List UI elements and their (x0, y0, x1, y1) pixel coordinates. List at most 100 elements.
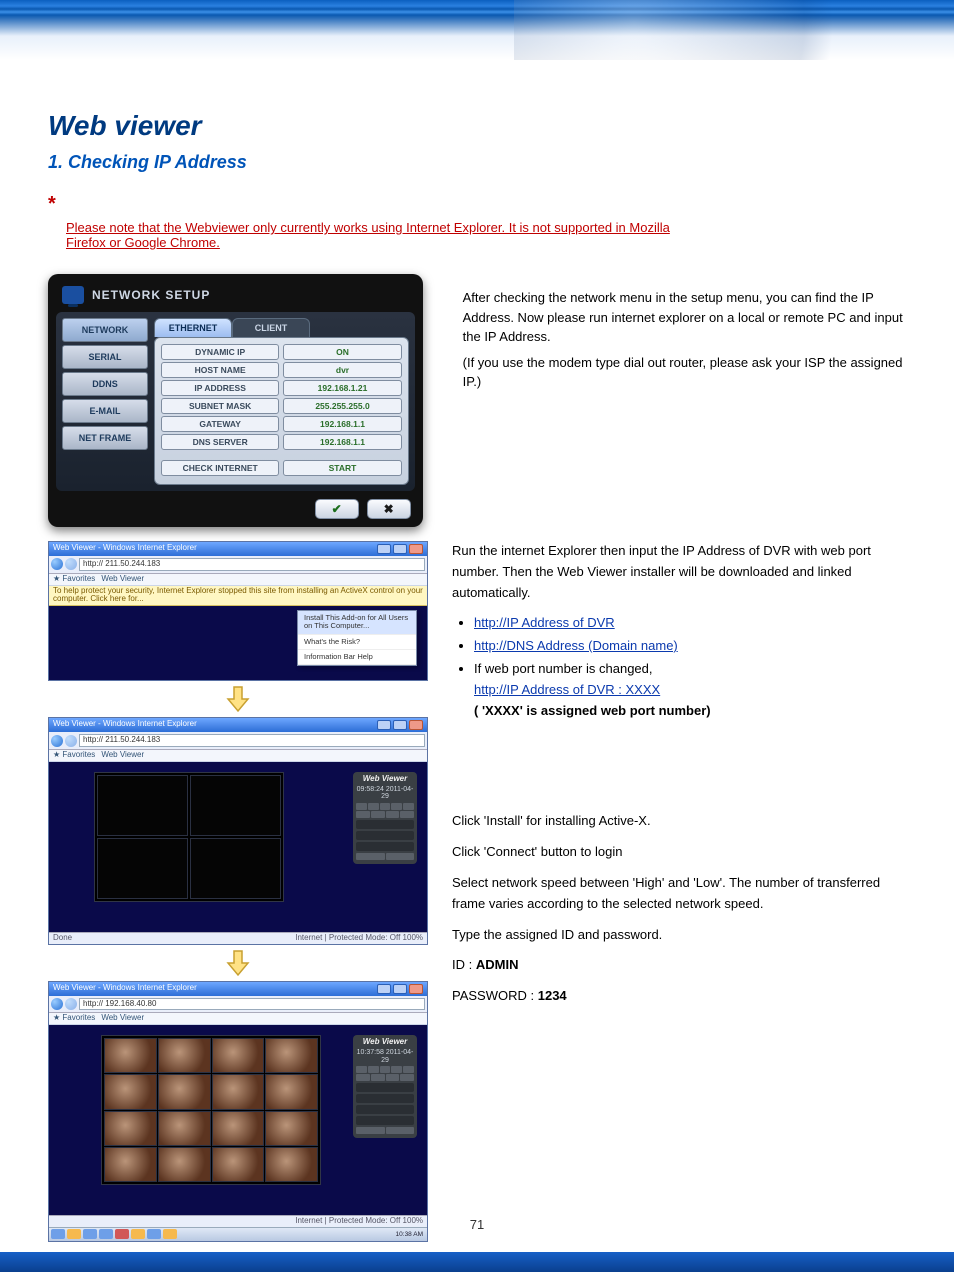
maximize-icon[interactable] (393, 984, 407, 994)
layout-button[interactable] (391, 1066, 402, 1073)
video-cell[interactable] (158, 1111, 211, 1146)
layout-button[interactable] (391, 803, 402, 810)
favorites-label[interactable]: ★ Favorites (53, 575, 95, 584)
slider[interactable] (356, 1105, 414, 1114)
information-bar[interactable]: To help protect your security, Internet … (49, 586, 427, 607)
compat-note: * Please note that the Webviewer only cu… (48, 193, 906, 250)
minimize-icon[interactable] (377, 984, 391, 994)
monitor-icon (62, 286, 84, 304)
layout-button[interactable] (380, 803, 391, 810)
value-gateway[interactable]: 192.168.1.1 (283, 416, 401, 432)
value-ip-address[interactable]: 192.168.1.21 (283, 380, 401, 396)
minimize-icon[interactable] (377, 720, 391, 730)
ie-activex-window: Web Viewer - Windows Internet Explorer h… (48, 541, 428, 681)
video-cell[interactable] (104, 1111, 157, 1146)
forward-icon[interactable] (65, 735, 77, 747)
disconnect-button[interactable] (386, 853, 415, 860)
favorites-label[interactable]: ★ Favorites (53, 751, 95, 760)
control-button[interactable] (386, 811, 400, 818)
back-icon[interactable] (51, 558, 63, 570)
para-connect: Click 'Connect' button to login (452, 842, 906, 863)
login-field[interactable] (356, 1116, 414, 1125)
layout-button[interactable] (356, 1066, 367, 1073)
favorites-label[interactable]: ★ Favorites (53, 1014, 95, 1023)
layout-button[interactable] (368, 1066, 379, 1073)
video-cell[interactable] (158, 1038, 211, 1073)
connect-button[interactable] (356, 1127, 385, 1134)
para-credentials: Type the assigned ID and password. (452, 925, 906, 946)
video-cell[interactable] (265, 1111, 318, 1146)
control-button[interactable] (371, 811, 385, 818)
video-cell[interactable] (97, 775, 188, 836)
control-button[interactable] (400, 1074, 414, 1081)
video-cell[interactable] (104, 1147, 157, 1182)
maximize-icon[interactable] (393, 720, 407, 730)
forward-icon[interactable] (65, 998, 77, 1010)
back-icon[interactable] (51, 735, 63, 747)
ctx-install[interactable]: Install This Add-on for All Users on Thi… (298, 611, 416, 635)
address-bar[interactable]: http:// 211.50.244.183 (79, 558, 425, 571)
video-cell[interactable] (212, 1147, 265, 1182)
layout-button[interactable] (356, 803, 367, 810)
button-start-check[interactable]: START (283, 460, 401, 476)
ctx-risk[interactable]: What's the Risk? (298, 635, 416, 650)
video-cell[interactable] (190, 838, 281, 899)
back-icon[interactable] (51, 998, 63, 1010)
instructions-column: Run the internet Explorer then input the… (452, 541, 906, 1017)
layout-button[interactable] (403, 1066, 414, 1073)
close-icon[interactable] (409, 720, 423, 730)
maximize-icon[interactable] (393, 544, 407, 554)
video-cell[interactable] (212, 1111, 265, 1146)
video-cell[interactable] (158, 1147, 211, 1182)
control-button[interactable] (400, 811, 414, 818)
footer-bar (0, 1252, 954, 1272)
ok-button[interactable]: ✔ (315, 499, 359, 519)
video-cell[interactable] (104, 1038, 157, 1073)
video-cell[interactable] (265, 1147, 318, 1182)
connect-button[interactable] (356, 853, 385, 860)
slider[interactable] (356, 1094, 414, 1103)
video-cell[interactable] (265, 1074, 318, 1109)
favorites-tab[interactable]: Web Viewer (101, 1014, 144, 1023)
value-host-name[interactable]: dvr (283, 362, 401, 378)
forward-icon[interactable] (65, 558, 77, 570)
video-cell[interactable] (158, 1074, 211, 1109)
disconnect-button[interactable] (386, 1127, 415, 1134)
control-button[interactable] (386, 1074, 400, 1081)
ctx-help[interactable]: Information Bar Help (298, 650, 416, 665)
video-cell[interactable] (265, 1038, 318, 1073)
control-button[interactable] (356, 1074, 370, 1081)
close-icon[interactable] (409, 984, 423, 994)
value-subnet-mask[interactable]: 255.255.255.0 (283, 398, 401, 414)
control-button[interactable] (356, 811, 370, 818)
minimize-icon[interactable] (377, 544, 391, 554)
layout-button[interactable] (403, 803, 414, 810)
cancel-button[interactable]: ✖ (367, 499, 411, 519)
control-button[interactable] (371, 1074, 385, 1081)
login-field[interactable] (356, 842, 414, 851)
tab-serial[interactable]: SERIAL (62, 345, 148, 369)
video-cell[interactable] (104, 1074, 157, 1109)
video-cell[interactable] (190, 775, 281, 836)
tab-netframe[interactable]: NET FRAME (62, 426, 148, 450)
address-bar[interactable]: http:// 211.50.244.183 (79, 734, 425, 747)
layout-button[interactable] (380, 1066, 391, 1073)
value-dns-server[interactable]: 192.168.1.1 (283, 434, 401, 450)
favorites-tab[interactable]: Web Viewer (101, 575, 144, 584)
video-cell[interactable] (97, 838, 188, 899)
slider[interactable] (356, 831, 414, 840)
slider[interactable] (356, 820, 414, 829)
subtab-ethernet[interactable]: ETHERNET (154, 318, 232, 337)
value-dynamic-ip[interactable]: ON (283, 344, 401, 360)
layout-button[interactable] (368, 803, 379, 810)
video-cell[interactable] (212, 1074, 265, 1109)
favorites-tab[interactable]: Web Viewer (101, 751, 144, 760)
tab-email[interactable]: E-MAIL (62, 399, 148, 423)
video-cell[interactable] (212, 1038, 265, 1073)
tab-ddns[interactable]: DDNS (62, 372, 148, 396)
subtab-client[interactable]: CLIENT (232, 318, 310, 337)
address-bar[interactable]: http:// 192.168.40.80 (79, 998, 425, 1011)
close-icon[interactable] (409, 544, 423, 554)
tab-network[interactable]: NETWORK (62, 318, 148, 342)
slider[interactable] (356, 1083, 414, 1092)
